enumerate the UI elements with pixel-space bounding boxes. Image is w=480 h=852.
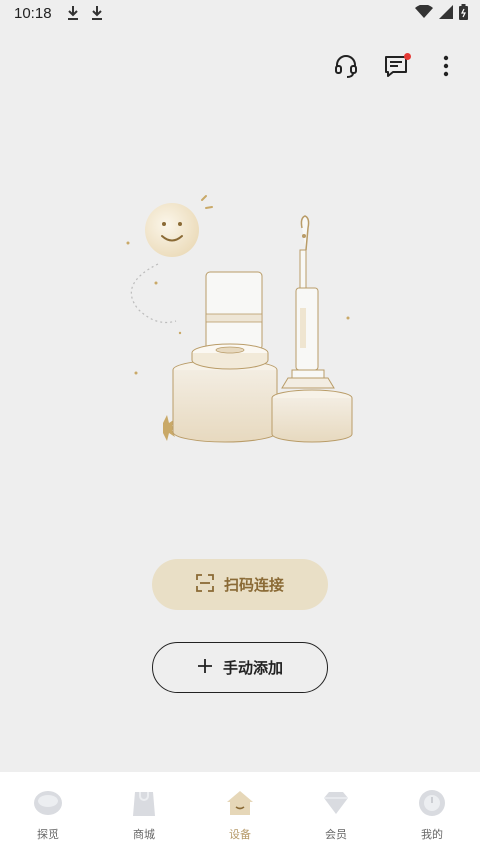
more-menu-icon[interactable]: [432, 52, 460, 80]
message-icon[interactable]: [382, 52, 411, 80]
shop-icon: [129, 788, 159, 818]
wifi-icon: [415, 4, 433, 23]
tab-shop[interactable]: 商城: [96, 772, 192, 852]
tab-profile[interactable]: 我的: [384, 772, 480, 852]
signal-icon: [439, 5, 453, 23]
tab-profile-label: 我的: [421, 828, 443, 841]
tab-device-label: 设备: [229, 828, 251, 841]
manual-add-label: 手动添加: [222, 659, 283, 677]
download-icon: [90, 5, 104, 21]
tab-member[interactable]: 会员: [288, 772, 384, 852]
manual-add-button[interactable]: 手动添加: [152, 642, 328, 693]
scan-connect-button[interactable]: 扫码连接: [152, 559, 328, 610]
tab-explore[interactable]: 探觅: [0, 772, 96, 852]
battery-icon: [459, 4, 468, 24]
download-icon: [66, 5, 80, 21]
bottom-tab-bar: 探觅 商城 设备 会员 我的: [0, 772, 480, 852]
scan-qr-icon: [196, 573, 214, 596]
profile-icon: [417, 788, 447, 818]
member-diamond-icon: [321, 788, 351, 818]
customer-service-headset-icon[interactable]: [332, 52, 360, 80]
tab-shop-label: 商城: [133, 828, 155, 841]
unread-badge: [404, 53, 411, 60]
tab-member-label: 会员: [325, 828, 347, 841]
empty-devices-illustration: [118, 188, 368, 458]
plus-icon: [197, 658, 213, 678]
home-device-icon: [225, 788, 255, 818]
explore-icon: [33, 788, 63, 818]
tab-explore-label: 探觅: [37, 828, 59, 841]
tab-device[interactable]: 设备: [192, 772, 288, 852]
status-time: 10:18: [14, 4, 52, 22]
status-bar: 10:18: [0, 0, 480, 26]
header-actions: [332, 52, 460, 80]
scan-connect-label: 扫码连接: [223, 576, 284, 594]
